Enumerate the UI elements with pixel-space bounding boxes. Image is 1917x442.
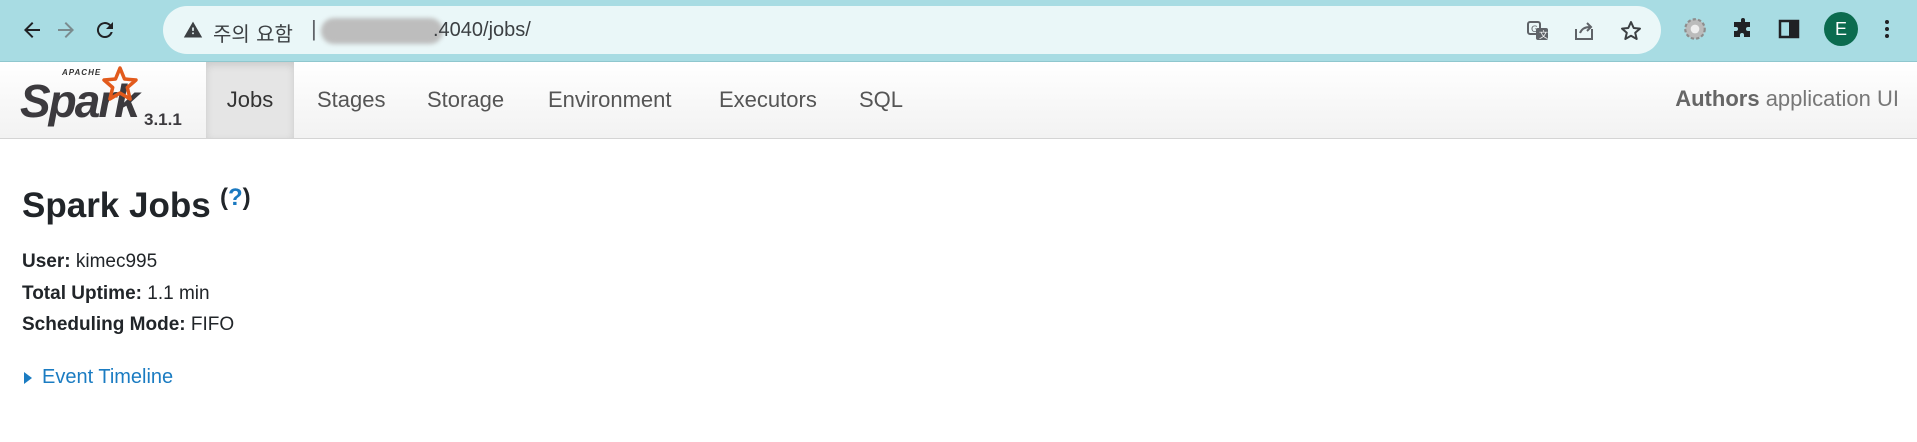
tab-executors[interactable]: Executors — [719, 62, 817, 138]
application-name-bold: Authors — [1675, 86, 1760, 111]
translate-icon[interactable]: G文 — [1525, 18, 1551, 44]
user-label: User: — [22, 251, 71, 272]
reload-button[interactable] — [87, 12, 123, 48]
logo-star-icon — [102, 66, 138, 101]
page-title: Spark Jobs — [22, 186, 211, 225]
forward-button[interactable] — [48, 12, 84, 48]
uptime-label: Total Uptime: — [22, 283, 142, 304]
back-arrow-icon — [24, 22, 40, 38]
tab-stages[interactable]: Stages — [317, 62, 386, 138]
application-name-rest: application UI — [1765, 86, 1899, 111]
tab-environment[interactable]: Environment — [548, 62, 672, 138]
help-close-paren: ) — [242, 184, 251, 211]
profile-avatar[interactable]: E — [1824, 12, 1858, 46]
spark-navbar: APACHE Spark 3.1.1 Jobs Stages Storage E… — [0, 62, 1917, 139]
uptime-value: 1.1 min — [147, 283, 210, 304]
spark-logo[interactable]: APACHE Spark 3.1.1 — [20, 66, 182, 136]
tab-label: Storage — [427, 87, 505, 112]
scheduling-mode-label: Scheduling Mode: — [22, 314, 186, 335]
svg-text:文: 文 — [1539, 29, 1548, 41]
user-value: kimec995 — [75, 251, 158, 272]
redacted-host — [321, 18, 443, 44]
tab-label: SQL — [859, 87, 904, 112]
extension-gear-icon[interactable] — [1680, 14, 1710, 44]
scheduling-mode-row: Scheduling Mode: FIFO — [22, 314, 234, 336]
side-panel-icon[interactable] — [1774, 14, 1804, 44]
share-icon[interactable] — [1571, 18, 1597, 44]
url-separator: | — [311, 16, 317, 41]
scheduling-mode-value: FIFO — [190, 314, 235, 335]
bookmark-star-icon[interactable] — [1618, 18, 1644, 44]
more-menu-icon[interactable] — [1872, 14, 1902, 44]
back-button[interactable] — [14, 12, 50, 48]
caret-right-icon — [24, 371, 32, 384]
security-label: 주의 요함 — [213, 22, 293, 46]
spark-version: 3.1.1 — [144, 110, 182, 129]
url-text: .4040/jobs/ — [433, 19, 531, 41]
address-bar[interactable]: 주의 요함 | .4040/jobs/ G文 — [163, 6, 1661, 54]
forward-arrow-icon — [58, 22, 74, 38]
tab-storage[interactable]: Storage — [427, 62, 504, 138]
user-row: User: kimec995 — [22, 251, 157, 273]
extensions-puzzle-icon[interactable] — [1728, 14, 1758, 44]
tab-label: Stages — [317, 87, 386, 112]
help-question-icon[interactable]: ? — [228, 184, 243, 211]
reload-icon — [96, 22, 113, 39]
uptime-row: Total Uptime: 1.1 min — [22, 283, 210, 305]
warning-icon — [183, 20, 203, 45]
help-tooltip[interactable]: (?) — [220, 184, 251, 212]
browser-toolbar: 주의 요함 | .4040/jobs/ G文 E — [0, 0, 1917, 62]
tab-label: Environment — [548, 87, 672, 112]
help-open-paren: ( — [220, 184, 228, 211]
event-timeline-toggle[interactable]: Event Timeline — [24, 366, 173, 389]
application-name: Authors application UI — [1675, 86, 1899, 112]
tab-label: Executors — [719, 87, 817, 112]
event-timeline-link[interactable]: Event Timeline — [42, 366, 173, 389]
tab-label: Jobs — [226, 87, 274, 112]
tab-jobs[interactable]: Jobs — [206, 62, 294, 138]
tab-sql[interactable]: SQL — [859, 62, 903, 138]
